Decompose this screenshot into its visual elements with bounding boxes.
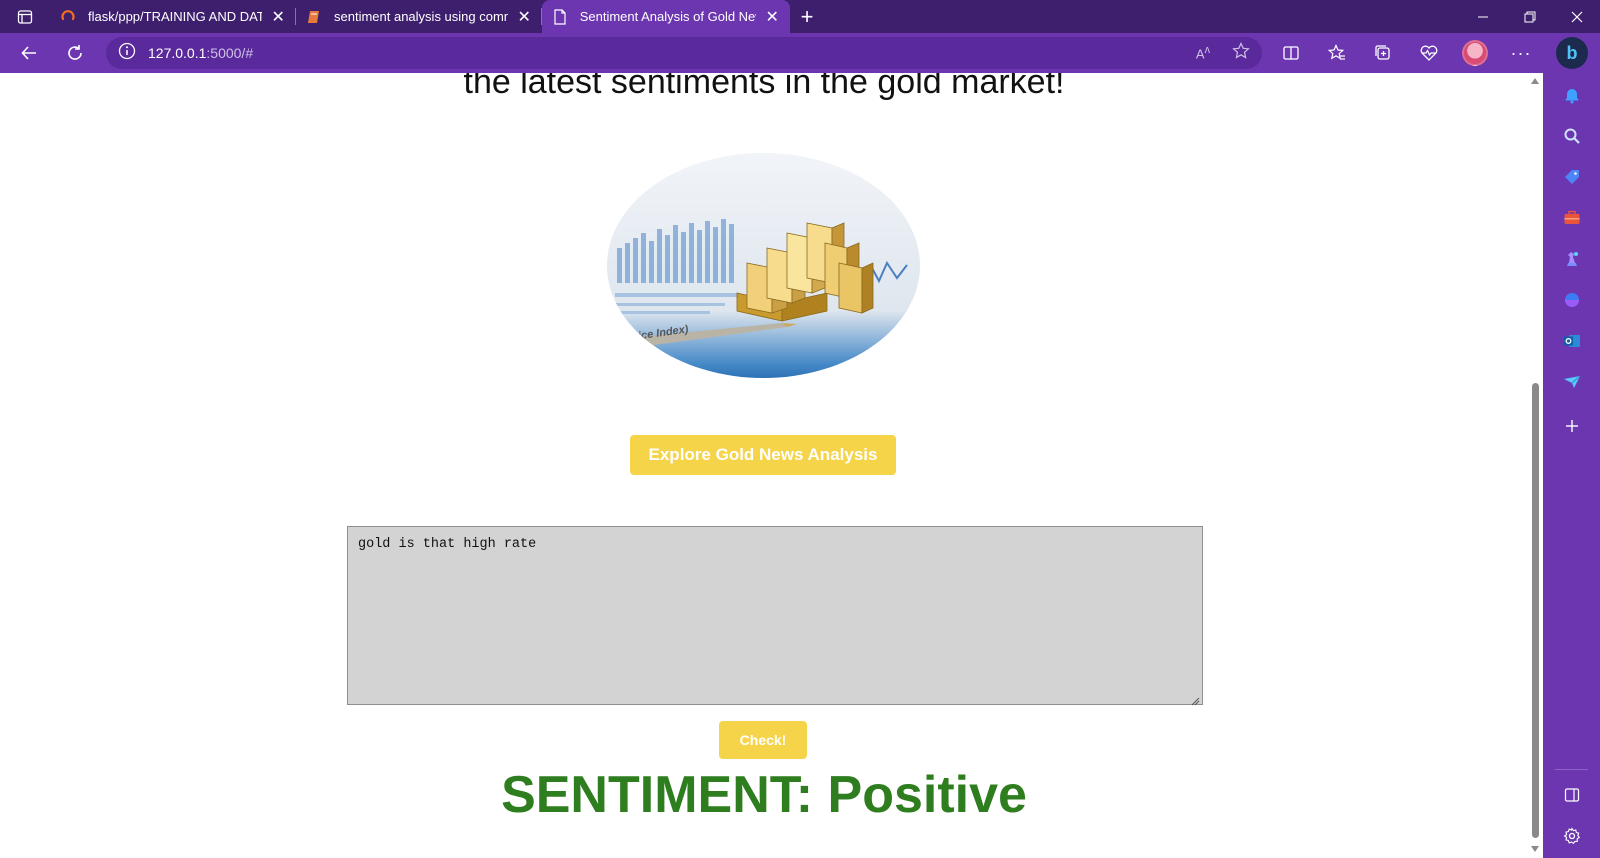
url-path: :5000/# — [206, 45, 254, 61]
copilot-button[interactable]: b — [1556, 37, 1588, 69]
sidebar-divider — [1555, 769, 1588, 770]
more-options-button[interactable]: ··· — [1498, 33, 1544, 73]
plus-icon: + — [800, 3, 814, 29]
toolbar: ··· b — [1268, 33, 1588, 73]
url-text[interactable]: 127.0.0.1:5000/# — [148, 45, 253, 61]
hide-sidebar-button[interactable] — [1543, 778, 1600, 812]
browser-essentials-button[interactable] — [1406, 33, 1452, 73]
close-icon[interactable]: ✕ — [516, 9, 532, 26]
read-aloud-icon[interactable]: Aʌ — [1196, 44, 1210, 61]
tab-gold-news[interactable]: Sentiment Analysis of Gold News ✕ — [542, 0, 790, 33]
edge-sidebar — [1543, 73, 1600, 858]
page-icon — [552, 8, 568, 25]
close-icon — [1571, 11, 1582, 22]
sentiment-result: SENTIMENT: Positive — [501, 766, 1027, 824]
back-arrow-icon — [21, 46, 36, 60]
shopping-button[interactable] — [1543, 160, 1600, 194]
outlook-icon — [1563, 335, 1580, 347]
book-icon — [306, 9, 322, 25]
restore-button[interactable] — [1506, 0, 1553, 33]
copilot-icon — [1564, 293, 1579, 307]
url-host: 127.0.0.1 — [148, 45, 207, 61]
close-icon[interactable]: ✕ — [764, 9, 780, 26]
chess-icon — [1566, 252, 1578, 266]
split-screen-button[interactable] — [1268, 33, 1314, 73]
notifications-button[interactable] — [1543, 78, 1600, 112]
tab-bar: flask/ppp/TRAINING AND DATAS ✕ sentiment… — [0, 0, 1600, 33]
close-window-button[interactable] — [1553, 0, 1600, 33]
tab-actions-icon — [17, 9, 33, 24]
add-sidebar-app-button[interactable] — [1543, 409, 1600, 443]
address-bar[interactable]: 127.0.0.1:5000/# Aʌ — [106, 37, 1262, 69]
new-tab-button[interactable]: + — [790, 0, 824, 33]
scroll-up-icon[interactable] — [1531, 78, 1539, 84]
heart-pulse-icon — [1420, 45, 1438, 61]
copilot-sidebar-button[interactable] — [1543, 283, 1600, 317]
send-icon — [1563, 375, 1580, 388]
more-icon: ··· — [1510, 42, 1532, 63]
info-icon[interactable] — [118, 42, 136, 65]
loading-spinner-icon — [60, 9, 76, 25]
tab-title: flask/ppp/TRAINING AND DATAS — [88, 9, 263, 24]
gold-bars-image: Price Index) — [607, 153, 920, 378]
minimize-button[interactable] — [1459, 0, 1506, 33]
page-scrollbar[interactable] — [1528, 73, 1543, 858]
avatar — [1462, 40, 1488, 66]
news-text-input[interactable]: gold is that high rate — [347, 526, 1203, 705]
page-viewport: the latest sentiments in the gold market… — [0, 73, 1528, 858]
refresh-button[interactable] — [52, 33, 98, 73]
favorites-button[interactable] — [1314, 33, 1360, 73]
briefcase-icon — [1564, 210, 1579, 224]
refresh-icon — [68, 45, 82, 60]
split-screen-icon — [1283, 46, 1299, 60]
tab-flask[interactable]: flask/ppp/TRAINING AND DATAS ✕ — [50, 0, 296, 33]
minimize-icon — [1477, 16, 1488, 17]
tab-title: sentiment analysis using commo — [334, 9, 509, 24]
settings-icon — [1563, 827, 1580, 845]
scrollbar-thumb[interactable] — [1532, 383, 1539, 838]
games-button[interactable] — [1543, 242, 1600, 276]
split-screen-icon — [1564, 788, 1579, 802]
collections-icon — [1375, 45, 1390, 60]
tag-icon — [1564, 170, 1579, 184]
close-icon[interactable]: ✕ — [270, 9, 286, 26]
profile-button[interactable] — [1452, 33, 1498, 73]
back-button[interactable] — [6, 33, 52, 73]
collections-button[interactable] — [1360, 33, 1406, 73]
search-icon — [1564, 128, 1580, 144]
sidebar-settings-button[interactable] — [1543, 819, 1600, 853]
favorite-star-icon[interactable] — [1232, 41, 1250, 65]
bing-icon: b — [1566, 42, 1578, 63]
tools-button[interactable] — [1543, 201, 1600, 235]
bell-icon — [1565, 89, 1578, 104]
drop-button[interactable] — [1543, 365, 1600, 399]
window-controls — [1459, 0, 1600, 33]
restore-icon — [1524, 11, 1535, 22]
favorites-icon — [1328, 44, 1345, 60]
hero-heading: the latest sentiments in the gold market… — [463, 73, 1065, 101]
resize-handle-icon[interactable] — [1190, 693, 1200, 706]
tab-sentiment-commo[interactable]: sentiment analysis using commo ✕ — [296, 0, 542, 33]
plus-icon — [1565, 420, 1578, 432]
navigation-bar: 127.0.0.1:5000/# Aʌ ··· b — [0, 33, 1600, 73]
check-button[interactable]: Check! — [719, 721, 807, 759]
outlook-button[interactable] — [1543, 324, 1600, 358]
search-sidebar-button[interactable] — [1543, 119, 1600, 153]
scroll-down-icon[interactable] — [1531, 846, 1539, 852]
tab-title: Sentiment Analysis of Gold News — [579, 9, 757, 24]
explore-gold-news-button[interactable]: Explore Gold News Analysis — [630, 435, 896, 475]
tab-actions-button[interactable] — [0, 0, 50, 33]
